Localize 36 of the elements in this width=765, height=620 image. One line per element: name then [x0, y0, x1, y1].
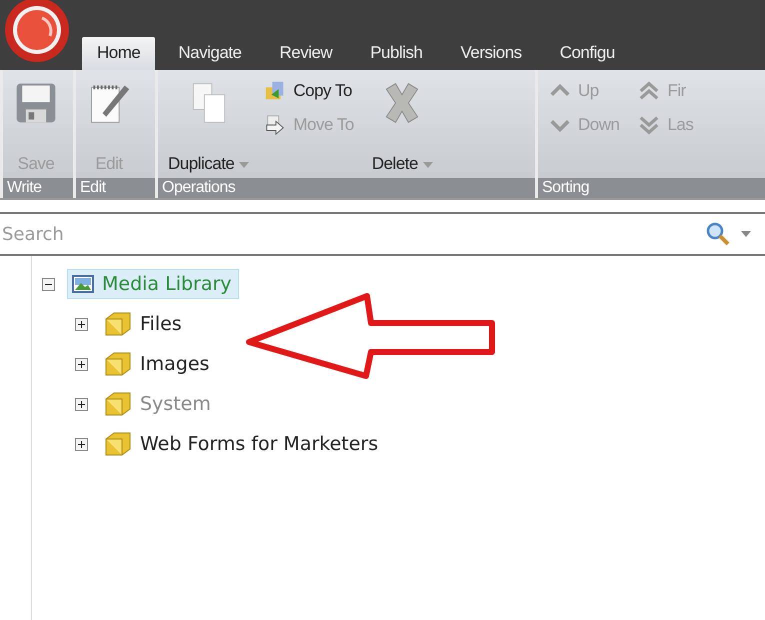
expand-toggle-icon[interactable]	[75, 398, 88, 410]
ribbon-button[interactable]: Duplicate	[164, 74, 254, 178]
ribbon-button[interactable]: Delete	[368, 74, 437, 178]
ribbon-tab[interactable]: Home	[82, 37, 156, 70]
tree-item[interactable]: Files	[100, 308, 188, 340]
tree-item[interactable]: Images	[100, 348, 216, 380]
expand-toggle-icon[interactable]	[75, 358, 88, 370]
caret-icon[interactable]	[739, 229, 753, 239]
expand-toggle-icon[interactable]	[75, 318, 88, 330]
caret-icon	[239, 162, 250, 168]
collapse-toggle-icon[interactable]	[42, 278, 55, 290]
double-chevron-down-icon	[637, 114, 662, 136]
ribbon-tab[interactable]: Review	[264, 37, 348, 70]
double-chevron-up-icon	[637, 80, 662, 102]
ribbon-tab[interactable]: Navigate	[163, 37, 256, 70]
folder-icon	[104, 391, 132, 417]
folder-icon	[104, 311, 132, 337]
tree-item[interactable]: Media Library	[67, 269, 239, 299]
ribbon-button[interactable]: Copy To	[263, 80, 354, 102]
group-title: Edit	[76, 178, 155, 198]
group-title: Sorting	[538, 178, 765, 198]
expand-toggle-icon[interactable]	[75, 438, 88, 450]
ribbon-tab[interactable]: Publish	[355, 37, 438, 70]
folder-icon	[104, 351, 132, 377]
group-title: Write	[3, 178, 73, 198]
ribbon-tab[interactable]: Versions	[445, 37, 537, 70]
tree-item[interactable]: System	[100, 388, 217, 420]
search-icon[interactable]	[705, 221, 731, 247]
caret-icon	[422, 162, 433, 168]
ribbon-tab[interactable]: Configu	[544, 37, 630, 70]
tree-item-label: Media Library	[102, 273, 232, 295]
image-icon	[72, 274, 94, 294]
group-title: Operations	[158, 178, 535, 198]
search-field[interactable]: Search	[0, 224, 697, 244]
tree-item[interactable]: Web Forms for Marketers	[100, 428, 384, 460]
folder-icon	[104, 431, 132, 457]
